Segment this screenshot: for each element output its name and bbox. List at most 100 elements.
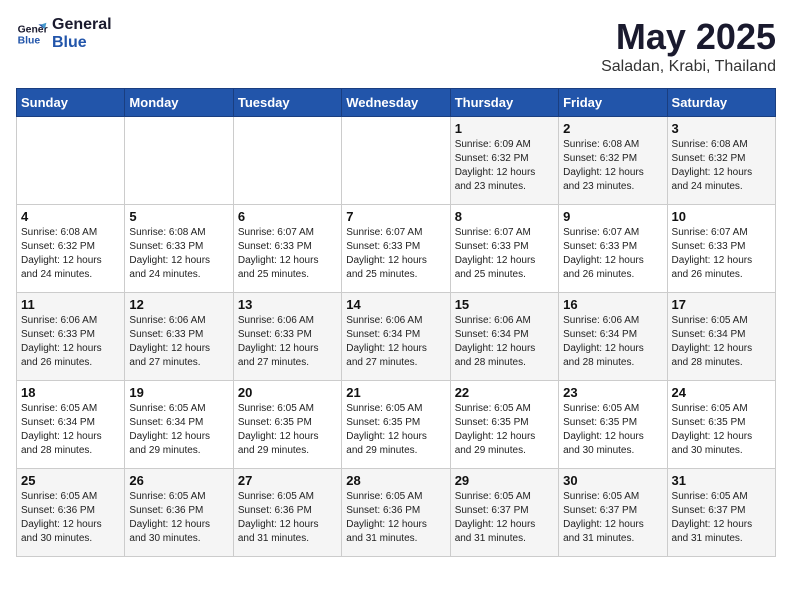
day-number: 11 [21, 297, 120, 312]
header-cell-monday: Monday [125, 89, 233, 117]
day-info: Sunrise: 6:05 AM Sunset: 6:36 PM Dayligh… [21, 490, 120, 546]
day-cell: 5 Sunrise: 6:08 AM Sunset: 6:33 PM Daylig… [125, 205, 233, 293]
day-number: 2 [563, 121, 662, 136]
calendar-table: SundayMondayTuesdayWednesdayThursdayFrid… [16, 88, 776, 557]
day-info: Sunrise: 6:08 AM Sunset: 6:33 PM Dayligh… [129, 226, 228, 282]
day-info: Sunrise: 6:05 AM Sunset: 6:36 PM Dayligh… [346, 490, 445, 546]
header-cell-wednesday: Wednesday [342, 89, 450, 117]
logo: General Blue General Blue [16, 16, 112, 51]
logo-icon: General Blue [16, 18, 48, 50]
day-info: Sunrise: 6:05 AM Sunset: 6:35 PM Dayligh… [455, 402, 554, 458]
week-row-2: 4 Sunrise: 6:08 AM Sunset: 6:32 PM Daylig… [17, 205, 776, 293]
day-number: 6 [238, 209, 337, 224]
day-info: Sunrise: 6:07 AM Sunset: 6:33 PM Dayligh… [455, 226, 554, 282]
day-cell: 28Sunrise: 6:05 AM Sunset: 6:36 PM Dayli… [342, 469, 450, 557]
day-info: Sunrise: 6:07 AM Sunset: 6:33 PM Dayligh… [238, 226, 337, 282]
day-number: 13 [238, 297, 337, 312]
day-cell: 9 Sunrise: 6:07 AM Sunset: 6:33 PM Daylig… [559, 205, 667, 293]
day-info: Sunrise: 6:09 AM Sunset: 6:32 PM Dayligh… [455, 138, 554, 194]
day-number: 30 [563, 473, 662, 488]
day-number: 12 [129, 297, 228, 312]
day-number: 25 [21, 473, 120, 488]
day-cell [233, 117, 341, 205]
day-info: Sunrise: 6:08 AM Sunset: 6:32 PM Dayligh… [563, 138, 662, 194]
day-cell: 10Sunrise: 6:07 AM Sunset: 6:33 PM Dayli… [667, 205, 775, 293]
day-number: 24 [672, 385, 771, 400]
day-cell: 30Sunrise: 6:05 AM Sunset: 6:37 PM Dayli… [559, 469, 667, 557]
day-cell: 1 Sunrise: 6:09 AM Sunset: 6:32 PM Daylig… [450, 117, 558, 205]
header-row: SundayMondayTuesdayWednesdayThursdayFrid… [17, 89, 776, 117]
day-cell [342, 117, 450, 205]
day-cell [125, 117, 233, 205]
day-number: 1 [455, 121, 554, 136]
day-cell: 17 Sunrise: 6:05 AM Sunset: 6:34 PM Dayli… [667, 293, 775, 381]
day-cell: 27 Sunrise: 6:05 AM Sunset: 6:36 PM Dayli… [233, 469, 341, 557]
day-number: 8 [455, 209, 554, 224]
day-info: Sunrise: 6:05 AM Sunset: 6:35 PM Dayligh… [238, 402, 337, 458]
day-number: 29 [455, 473, 554, 488]
header-cell-thursday: Thursday [450, 89, 558, 117]
day-info: Sunrise: 6:08 AM Sunset: 6:32 PM Dayligh… [21, 226, 120, 282]
day-cell: 20Sunrise: 6:05 AM Sunset: 6:35 PM Dayli… [233, 381, 341, 469]
day-cell: 13 Sunrise: 6:06 AM Sunset: 6:33 PM Dayli… [233, 293, 341, 381]
day-number: 7 [346, 209, 445, 224]
day-cell: 31Sunrise: 6:05 AM Sunset: 6:37 PM Dayli… [667, 469, 775, 557]
header-cell-sunday: Sunday [17, 89, 125, 117]
svg-text:Blue: Blue [18, 35, 41, 46]
day-cell: 2 Sunrise: 6:08 AM Sunset: 6:32 PM Daylig… [559, 117, 667, 205]
day-cell: 4 Sunrise: 6:08 AM Sunset: 6:32 PM Daylig… [17, 205, 125, 293]
day-info: Sunrise: 6:07 AM Sunset: 6:33 PM Dayligh… [346, 226, 445, 282]
week-row-5: 25 Sunrise: 6:05 AM Sunset: 6:36 PM Dayli… [17, 469, 776, 557]
day-info: Sunrise: 6:08 AM Sunset: 6:32 PM Dayligh… [672, 138, 771, 194]
day-cell: 22Sunrise: 6:05 AM Sunset: 6:35 PM Dayli… [450, 381, 558, 469]
week-row-3: 11 Sunrise: 6:06 AM Sunset: 6:33 PM Dayli… [17, 293, 776, 381]
day-info: Sunrise: 6:05 AM Sunset: 6:36 PM Dayligh… [129, 490, 228, 546]
day-cell: 12 Sunrise: 6:06 AM Sunset: 6:33 PM Dayli… [125, 293, 233, 381]
page-header: General Blue General Blue May 2025 Salad… [16, 16, 776, 76]
day-cell [17, 117, 125, 205]
day-info: Sunrise: 6:05 AM Sunset: 6:34 PM Dayligh… [672, 314, 771, 370]
day-info: Sunrise: 6:06 AM Sunset: 6:33 PM Dayligh… [21, 314, 120, 370]
day-cell: 8 Sunrise: 6:07 AM Sunset: 6:33 PM Daylig… [450, 205, 558, 293]
day-number: 17 [672, 297, 771, 312]
title-block: May 2025 Saladan, Krabi, Thailand [601, 16, 776, 76]
day-number: 16 [563, 297, 662, 312]
day-number: 14 [346, 297, 445, 312]
logo-line1: General [52, 16, 112, 34]
day-number: 26 [129, 473, 228, 488]
day-info: Sunrise: 6:05 AM Sunset: 6:36 PM Dayligh… [238, 490, 337, 546]
day-number: 23 [563, 385, 662, 400]
day-number: 18 [21, 385, 120, 400]
day-info: Sunrise: 6:06 AM Sunset: 6:33 PM Dayligh… [129, 314, 228, 370]
day-cell: 7 Sunrise: 6:07 AM Sunset: 6:33 PM Daylig… [342, 205, 450, 293]
day-info: Sunrise: 6:07 AM Sunset: 6:33 PM Dayligh… [672, 226, 771, 282]
day-cell: 6 Sunrise: 6:07 AM Sunset: 6:33 PM Daylig… [233, 205, 341, 293]
day-cell: 23Sunrise: 6:05 AM Sunset: 6:35 PM Dayli… [559, 381, 667, 469]
header-cell-tuesday: Tuesday [233, 89, 341, 117]
day-number: 9 [563, 209, 662, 224]
header-cell-friday: Friday [559, 89, 667, 117]
day-number: 15 [455, 297, 554, 312]
day-info: Sunrise: 6:07 AM Sunset: 6:33 PM Dayligh… [563, 226, 662, 282]
week-row-4: 18 Sunrise: 6:05 AM Sunset: 6:34 PM Dayli… [17, 381, 776, 469]
day-number: 19 [129, 385, 228, 400]
day-info: Sunrise: 6:05 AM Sunset: 6:34 PM Dayligh… [21, 402, 120, 458]
day-info: Sunrise: 6:06 AM Sunset: 6:34 PM Dayligh… [455, 314, 554, 370]
day-number: 3 [672, 121, 771, 136]
day-info: Sunrise: 6:06 AM Sunset: 6:34 PM Dayligh… [563, 314, 662, 370]
day-number: 4 [21, 209, 120, 224]
day-number: 31 [672, 473, 771, 488]
day-cell: 18 Sunrise: 6:05 AM Sunset: 6:34 PM Dayli… [17, 381, 125, 469]
day-number: 27 [238, 473, 337, 488]
day-info: Sunrise: 6:05 AM Sunset: 6:37 PM Dayligh… [455, 490, 554, 546]
month-title: May 2025 [601, 16, 776, 58]
day-cell: 21Sunrise: 6:05 AM Sunset: 6:35 PM Dayli… [342, 381, 450, 469]
day-info: Sunrise: 6:06 AM Sunset: 6:33 PM Dayligh… [238, 314, 337, 370]
day-cell: 25 Sunrise: 6:05 AM Sunset: 6:36 PM Dayli… [17, 469, 125, 557]
day-number: 5 [129, 209, 228, 224]
day-info: Sunrise: 6:05 AM Sunset: 6:35 PM Dayligh… [346, 402, 445, 458]
header-cell-saturday: Saturday [667, 89, 775, 117]
day-cell: 29 Sunrise: 6:05 AM Sunset: 6:37 PM Dayli… [450, 469, 558, 557]
day-cell: 16 Sunrise: 6:06 AM Sunset: 6:34 PM Dayli… [559, 293, 667, 381]
location-subtitle: Saladan, Krabi, Thailand [601, 58, 776, 76]
